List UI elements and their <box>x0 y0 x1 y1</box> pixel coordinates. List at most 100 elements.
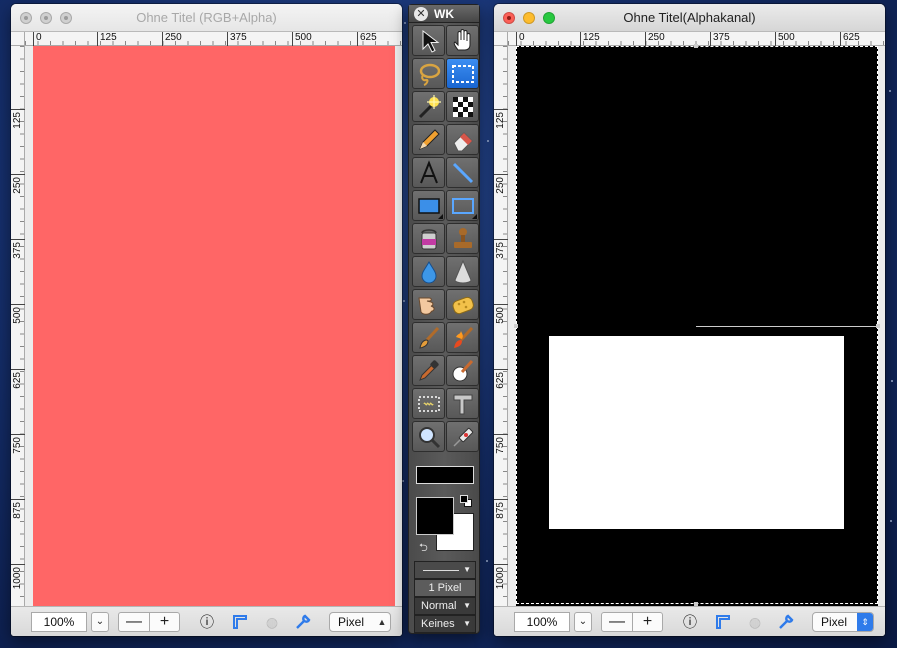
close-button[interactable] <box>503 12 515 24</box>
zoom-out-button[interactable]: — <box>119 613 149 631</box>
line-style-select[interactable]: ▼ <box>414 561 476 579</box>
close-icon[interactable]: ✕ <box>414 7 428 21</box>
zoom-out-button[interactable]: — <box>602 613 632 631</box>
zoom-menu-button[interactable]: ⌄ <box>91 612 109 632</box>
zoom-in-button[interactable]: + <box>149 613 179 631</box>
info-icon[interactable]: ⓘ <box>679 612 701 632</box>
tool-clamp[interactable] <box>446 388 479 419</box>
vertical-ruler[interactable]: 125 250 375 500 625 750 875 1000 <box>494 46 508 606</box>
zoom-in-button[interactable]: + <box>632 613 662 631</box>
ruler-label: 875 <box>494 499 508 519</box>
ruler-label: 125 <box>494 109 508 129</box>
tool-syringe[interactable] <box>446 421 479 452</box>
tool-rect-marquee[interactable] <box>446 58 479 89</box>
vertical-ruler[interactable]: 125 250 375 500 625 750 875 1000 <box>11 46 25 606</box>
alpha-channel-window[interactable]: Ohne Titel(Alphakanal) 0 125 250 375 500… <box>494 4 885 636</box>
tool-smudge[interactable] <box>412 289 445 320</box>
wrench-icon[interactable] <box>775 612 797 632</box>
unit-label: Pixel <box>338 615 365 629</box>
toolbox-title-bar[interactable]: ✕ WK <box>409 5 479 23</box>
tool-line[interactable] <box>446 157 479 188</box>
status-bar: 100% ⌄ — + ⓘ ◍ Pixel ▲ <box>11 606 402 636</box>
pattern-preview[interactable] <box>416 466 474 484</box>
magic-wand-icon <box>418 95 441 119</box>
brush-icon <box>419 326 440 349</box>
zoom-field[interactable]: 100% <box>31 612 87 632</box>
tool-water-drop[interactable] <box>412 256 445 287</box>
ruler-label: 375 <box>494 239 508 259</box>
unit-select[interactable]: Pixel ▲ <box>329 612 391 632</box>
rect-marquee-icon <box>452 65 474 83</box>
zoom-stepper[interactable]: — + <box>118 612 180 632</box>
zoom-button[interactable] <box>60 12 72 24</box>
tool-text[interactable] <box>412 157 445 188</box>
unit-label: Pixel <box>821 615 848 629</box>
selection-handle[interactable] <box>694 44 698 48</box>
wrench-icon[interactable] <box>292 612 314 632</box>
ruler-label: 0 <box>516 32 525 46</box>
info-icon[interactable]: ⓘ <box>196 612 218 632</box>
line-tool-icon <box>452 162 474 184</box>
hand-icon <box>453 29 471 51</box>
tool-filled-rect[interactable] <box>412 190 445 221</box>
white-mask-region[interactable] <box>549 336 844 529</box>
title-bar[interactable]: Ohne Titel (RGB+Alpha) <box>11 4 402 32</box>
ruler-label: 750 <box>494 434 508 454</box>
tool-eraser[interactable] <box>446 124 479 155</box>
tool-magnifier[interactable] <box>412 421 445 452</box>
tool-dropper[interactable] <box>412 355 445 386</box>
window-controls <box>503 12 555 24</box>
zoom-button[interactable] <box>543 12 555 24</box>
tool-marching-rect[interactable] <box>412 388 445 419</box>
tool-brush[interactable] <box>412 322 445 353</box>
image-canvas[interactable] <box>33 46 395 606</box>
zoom-stepper[interactable]: — + <box>601 612 663 632</box>
tool-magic-wand[interactable] <box>412 91 445 122</box>
tool-select[interactable] <box>412 25 445 56</box>
foreground-color-swatch[interactable] <box>416 497 454 535</box>
sponge-icon <box>452 296 474 315</box>
rgb-alpha-window[interactable]: Ohne Titel (RGB+Alpha) 0 125 250 375 500… <box>11 4 402 636</box>
image-canvas[interactable] <box>514 44 880 606</box>
ruler-label: 125 <box>11 109 25 129</box>
water-drop-icon <box>421 260 437 284</box>
chevron-down-icon: ▼ <box>463 619 471 628</box>
pattern-select[interactable]: Keines ▼ <box>414 615 476 633</box>
tool-fire-brush[interactable] <box>446 322 479 353</box>
submenu-indicator <box>472 214 477 219</box>
star <box>402 480 404 482</box>
ruler-toggle-icon[interactable] <box>712 612 734 632</box>
swap-colors-icon[interactable]: ⮌ <box>419 539 428 558</box>
unit-select[interactable]: Pixel ⇕ <box>812 612 874 632</box>
zoom-menu-button[interactable]: ⌄ <box>574 612 592 632</box>
horizontal-ruler[interactable]: 0 125 250 375 500 625 <box>25 32 402 46</box>
toolbox-palette[interactable]: ✕ WK ⮌ ▼ 1 Pixel Normal ▼ Keines ▼ <box>408 4 480 634</box>
tool-outline-rect[interactable] <box>446 190 479 221</box>
tool-cone[interactable] <box>446 256 479 287</box>
title-bar[interactable]: Ohne Titel(Alphakanal) <box>494 4 885 32</box>
star <box>487 140 489 142</box>
minimize-button[interactable] <box>40 12 52 24</box>
tool-checker[interactable] <box>446 91 479 122</box>
blend-mode-select[interactable]: Normal ▼ <box>414 597 476 615</box>
window-title: Ohne Titel(Alphakanal) <box>623 10 756 25</box>
tool-pencil[interactable] <box>412 124 445 155</box>
default-colors-icon[interactable] <box>460 495 472 507</box>
close-button[interactable] <box>20 12 32 24</box>
tool-lasso[interactable] <box>412 58 445 89</box>
syringe-icon <box>453 427 474 447</box>
ruler-label: 250 <box>162 32 182 46</box>
tool-hand[interactable] <box>446 25 479 56</box>
selection-handle[interactable] <box>514 324 518 328</box>
minimize-button[interactable] <box>523 12 535 24</box>
color-disc-icon[interactable]: ◍ <box>744 612 766 632</box>
tool-stamp[interactable] <box>446 223 479 254</box>
zoom-field[interactable]: 100% <box>514 612 570 632</box>
line-width-field[interactable]: 1 Pixel <box>414 579 476 597</box>
tool-paint-bucket[interactable] <box>412 223 445 254</box>
ruler-toggle-icon[interactable] <box>229 612 251 632</box>
tool-sponge[interactable] <box>446 289 479 320</box>
tool-clone-brush[interactable] <box>446 355 479 386</box>
color-disc-icon[interactable]: ◍ <box>261 612 283 632</box>
chevron-down-icon: ⌄ <box>95 616 105 627</box>
